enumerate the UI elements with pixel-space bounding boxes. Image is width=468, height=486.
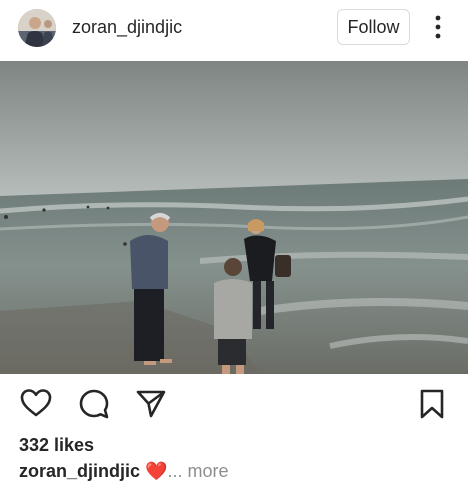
post-photo[interactable] bbox=[0, 61, 468, 374]
paper-plane-icon[interactable] bbox=[136, 389, 166, 424]
caption-heart-emoji: ❤️ bbox=[145, 461, 168, 481]
avatar-image bbox=[18, 9, 56, 47]
caption-username[interactable]: zoran_djindjic bbox=[19, 461, 140, 481]
follow-button[interactable]: Follow bbox=[337, 9, 410, 45]
heart-icon[interactable] bbox=[20, 388, 52, 423]
post-caption: zoran_djindjic ❤️... more bbox=[19, 460, 229, 482]
avatar[interactable] bbox=[18, 9, 56, 47]
post-header: zoran_djindjic Follow bbox=[0, 0, 468, 58]
bookmark-icon[interactable] bbox=[419, 389, 445, 424]
more-options-vertical-icon[interactable] bbox=[426, 12, 450, 42]
post-username[interactable]: zoran_djindjic bbox=[72, 16, 182, 38]
caption-ellipsis: ... bbox=[167, 461, 183, 481]
comment-bubble-icon[interactable] bbox=[78, 388, 110, 425]
like-count[interactable]: 332 likes bbox=[19, 434, 94, 456]
post-actions bbox=[0, 380, 468, 428]
caption-more-link[interactable]: more bbox=[188, 461, 229, 481]
